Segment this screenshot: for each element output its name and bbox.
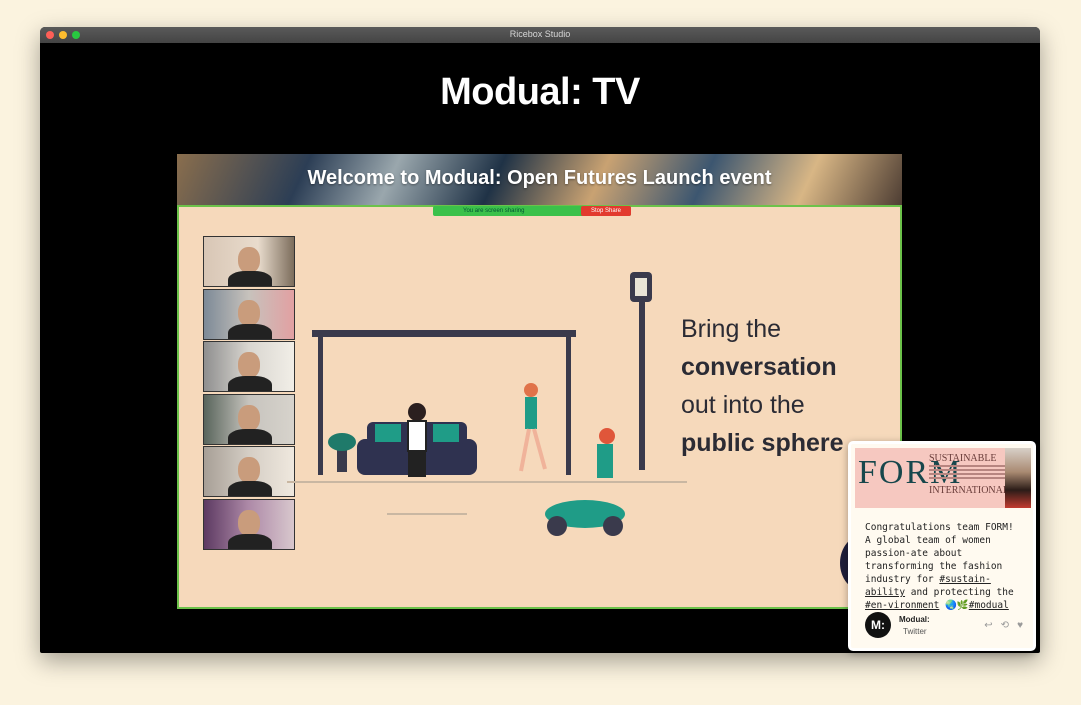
image-text: INTERNATIONAL — [929, 485, 1009, 496]
post-image: FORM SUSTAINABLE INTERNATIONAL — [855, 448, 1031, 508]
account-name[interactable]: Modual: — [899, 615, 930, 624]
participant-thumbnail — [203, 393, 295, 445]
video-stream: Welcome to Modual: Open Futures Launch e… — [177, 154, 902, 609]
slogan: Bring the conversation out into the publ… — [681, 310, 844, 462]
bus-stop-roof — [312, 330, 576, 337]
retweet-icon[interactable]: ⟲ — [1001, 620, 1009, 631]
reply-icon[interactable]: ↩ — [984, 620, 992, 631]
walking-person — [524, 383, 538, 397]
post-source: Twitter — [903, 627, 927, 636]
event-banner: Welcome to Modual: Open Futures Launch e… — [177, 154, 902, 205]
emoji-text: 🌏🌿 — [939, 600, 969, 611]
participant-thumbnail — [203, 498, 295, 550]
screen-share-bar: You are screen sharing Stop Share — [433, 206, 631, 216]
window-title: Ricebox Studio — [509, 29, 571, 39]
sitting-person — [408, 403, 426, 421]
post-actions: ↩ ⟲ ♥ — [984, 620, 1023, 631]
page-title: Modual: TV — [440, 71, 640, 113]
screen-share-status: You are screen sharing — [463, 208, 525, 214]
social-post-card[interactable]: FORM SUSTAINABLE INTERNATIONAL Congratul… — [848, 441, 1036, 651]
bus-stop-post-right — [566, 337, 571, 475]
slogan-line: Bring the — [681, 315, 782, 343]
slogan-line: out into the — [681, 391, 805, 419]
banner-title: Welcome to Modual: Open Futures Launch e… — [307, 167, 772, 189]
slogan-line-bold: conversation — [681, 353, 837, 381]
avatar[interactable]: M: — [865, 612, 891, 638]
image-text: SUSTAINABLE — [929, 453, 997, 464]
image-photo — [1005, 448, 1031, 508]
post-footer: M: Modual: Twitter ↩ ⟲ ♥ — [865, 612, 1025, 640]
post-text-part: and protecting the — [905, 587, 1014, 598]
illustration — [287, 272, 687, 536]
participant-thumbnail — [203, 341, 295, 393]
participant-thumbnail — [203, 288, 295, 340]
lamp-post — [639, 290, 645, 470]
participant-thumbnails — [203, 236, 295, 552]
bus-stop-post-left — [318, 337, 323, 475]
hashtag-link[interactable]: #en-vironment — [865, 600, 939, 611]
like-icon[interactable]: ♥ — [1017, 620, 1023, 631]
hashtag-link[interactable]: #modual — [969, 600, 1009, 611]
participant-thumbnail — [203, 236, 295, 287]
stop-share-button[interactable]: Stop Share — [581, 206, 631, 216]
slogan-line-bold: public sphere — [681, 429, 844, 457]
post-text: Congratulations team FORM! A global team… — [865, 521, 1025, 612]
participant-thumbnail — [203, 446, 295, 498]
title-bar: Ricebox Studio — [40, 27, 1040, 43]
